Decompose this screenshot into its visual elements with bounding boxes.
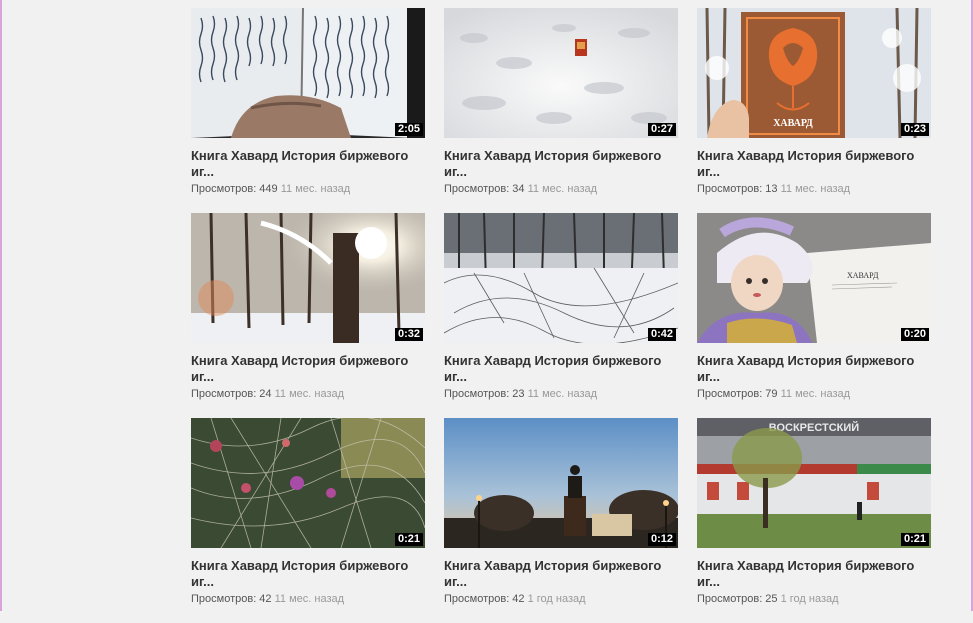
video-meta: Просмотров: 34 11 мес. назад <box>444 183 678 196</box>
upload-age: 1 год назад <box>527 593 586 605</box>
video-card: 0:27 Книга Хавард История биржевого иг..… <box>444 8 678 213</box>
view-count: Просмотров: 13 <box>697 183 778 195</box>
storefront-thumbnail: ВОСКРЕСТСКИЙ <box>697 418 931 548</box>
video-meta: Просмотров: 79 11 мес. назад <box>697 388 931 401</box>
video-duration: 0:27 <box>647 123 676 136</box>
upload-age: 11 мес. назад <box>780 388 851 400</box>
video-card: ВОСКРЕСТСКИЙ 0:21 Книга Хавард История б… <box>697 418 931 623</box>
video-thumbnail[interactable]: ХАВАРД 0:20 <box>697 213 931 343</box>
book-pages-thumbnail <box>191 8 425 138</box>
view-count: Просмотров: 23 <box>444 388 525 400</box>
upload-age: 1 год назад <box>780 593 839 605</box>
video-title[interactable]: Книга Хавард История биржевого иг... <box>444 353 678 385</box>
video-title[interactable]: Книга Хавард История биржевого иг... <box>191 558 425 590</box>
doll-and-book-thumbnail: ХАВАРД <box>697 213 931 343</box>
snowy-forest-thumbnail <box>444 213 678 343</box>
view-count: Просмотров: 449 <box>191 183 278 195</box>
book-in-snow-thumbnail <box>444 8 678 138</box>
video-card: ХАВАРД 0:23 Книга Хавард История биржево… <box>697 8 931 213</box>
video-thumbnail[interactable]: ВОСКРЕСТСКИЙ 0:21 <box>697 418 931 548</box>
video-duration: 0:21 <box>900 533 929 546</box>
video-thumbnail[interactable]: ХАВАРД 0:23 <box>697 8 931 138</box>
monument-dusk-thumbnail <box>444 418 678 548</box>
video-title[interactable]: Книга Хавард История биржевого иг... <box>191 353 425 385</box>
video-title[interactable]: Книга Хавард История биржевого иг... <box>191 148 425 180</box>
video-thumbnail[interactable]: 0:27 <box>444 8 678 138</box>
video-meta: Просмотров: 23 11 мес. назад <box>444 388 678 401</box>
video-thumbnail[interactable]: 0:12 <box>444 418 678 548</box>
cover-title: ХАВАРД <box>773 118 813 129</box>
video-card: 0:32 Книга Хавард История биржевого иг..… <box>191 213 425 418</box>
video-title[interactable]: Книга Хавард История биржевого иг... <box>444 558 678 590</box>
video-meta: Просмотров: 449 11 мес. назад <box>191 183 425 196</box>
video-duration: 0:20 <box>900 328 929 341</box>
video-thumbnail[interactable]: 2:05 <box>191 8 425 138</box>
video-card: 2:05 Книга Хавард История биржевого иг..… <box>191 8 425 213</box>
video-card: 0:12 Книга Хавард История биржевого иг..… <box>444 418 678 623</box>
video-meta: Просмотров: 25 1 год назад <box>697 593 931 606</box>
upload-age: 11 мес. назад <box>274 388 345 400</box>
video-card: 0:42 Книга Хавард История биржевого иг..… <box>444 213 678 418</box>
view-count: Просмотров: 34 <box>444 183 525 195</box>
book-cover-thumbnail: ХАВАРД <box>697 8 931 138</box>
view-count: Просмотров: 24 <box>191 388 272 400</box>
video-duration: 2:05 <box>394 123 423 136</box>
video-title[interactable]: Книга Хавард История биржевого иг... <box>697 558 931 590</box>
video-grid: 2:05 Книга Хавард История биржевого иг..… <box>191 8 931 623</box>
video-meta: Просмотров: 42 11 мес. назад <box>191 593 425 606</box>
video-title[interactable]: Книга Хавард История биржевого иг... <box>697 148 931 180</box>
video-card: ХАВАРД 0:20 Книга Хавард История биржево… <box>697 213 931 418</box>
video-meta: Просмотров: 13 11 мес. назад <box>697 183 931 196</box>
view-count: Просмотров: 42 <box>444 593 525 605</box>
video-duration: 0:32 <box>394 328 423 341</box>
video-duration: 0:42 <box>647 328 676 341</box>
video-title[interactable]: Книга Хавард История биржевого иг... <box>697 353 931 385</box>
video-meta: Просмотров: 42 1 год назад <box>444 593 678 606</box>
video-duration: 0:21 <box>394 533 423 546</box>
book-title: ХАВАРД <box>847 271 879 280</box>
video-duration: 0:23 <box>900 123 929 136</box>
upload-age: 11 мес. назад <box>280 183 351 195</box>
christmas-tree-thumbnail <box>191 418 425 548</box>
upload-age: 11 мес. назад <box>527 183 598 195</box>
video-thumbnail[interactable]: 0:42 <box>444 213 678 343</box>
upload-age: 11 мес. назад <box>780 183 851 195</box>
video-thumbnail[interactable]: 0:32 <box>191 213 425 343</box>
view-count: Просмотров: 79 <box>697 388 778 400</box>
view-count: Просмотров: 25 <box>697 593 778 605</box>
page-left-border <box>0 0 2 611</box>
video-thumbnail[interactable]: 0:21 <box>191 418 425 548</box>
upload-age: 11 мес. назад <box>274 593 345 605</box>
video-duration: 0:12 <box>647 533 676 546</box>
video-card: 0:21 Книга Хавард История биржевого иг..… <box>191 418 425 623</box>
view-count: Просмотров: 42 <box>191 593 272 605</box>
upload-age: 11 мес. назад <box>527 388 598 400</box>
winter-sun-forest-thumbnail <box>191 213 425 343</box>
video-meta: Просмотров: 24 11 мес. назад <box>191 388 425 401</box>
video-title[interactable]: Книга Хавард История биржевого иг... <box>444 148 678 180</box>
